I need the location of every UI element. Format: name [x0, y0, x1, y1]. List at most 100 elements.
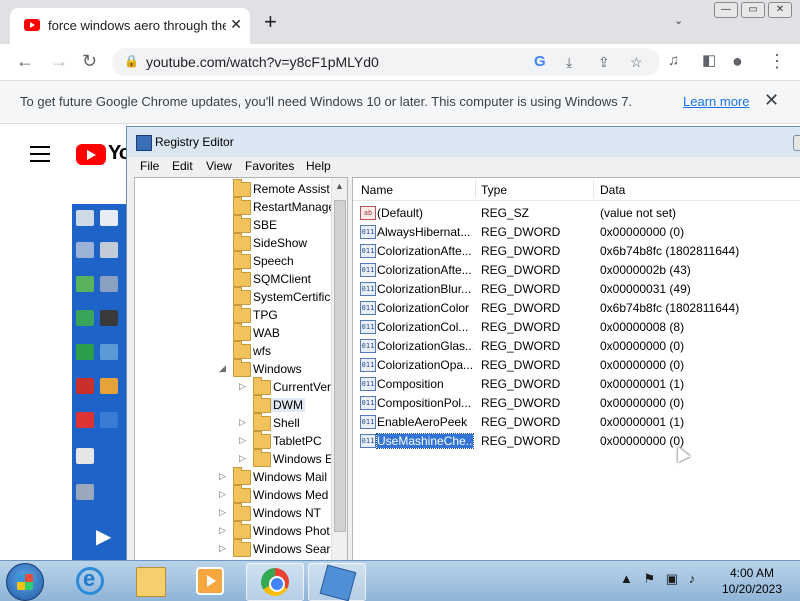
- desktop-app-icon: [100, 378, 118, 394]
- registry-values-list[interactable]: Name Type Data ab (Default) REG_SZ (value n…: [352, 177, 800, 563]
- expand-arrow-icon[interactable]: ▷: [219, 525, 226, 536]
- close-window-icon[interactable]: ✕: [768, 2, 792, 18]
- expand-arrow-icon[interactable]: ▷: [239, 381, 246, 392]
- taskbar-media-player[interactable]: [182, 563, 238, 599]
- url-text[interactable]: youtube.com/watch?v=y8cF1pMLYd0: [146, 54, 379, 70]
- maximize-icon[interactable]: ▭: [741, 2, 765, 18]
- table-row-selected-renaming[interactable]: 011 UseMashineChe... REG_DWORD 0x00000000 (…: [353, 431, 800, 450]
- install-app-icon[interactable]: ⤓: [566, 54, 572, 71]
- system-tray: ▲ ⚑ ▣ ♪: [620, 571, 702, 587]
- expand-arrow-icon[interactable]: ▷: [239, 453, 246, 464]
- menu-kebab-icon[interactable]: ⋮: [768, 51, 786, 71]
- menu-file[interactable]: File: [140, 159, 159, 173]
- side-panel-icon[interactable]: ◧: [702, 51, 716, 71]
- desktop-app-icon: [76, 276, 94, 292]
- table-row[interactable]: 011 ColorizationGlas... REG_DWORD 0x0000000…: [353, 336, 800, 355]
- network-icon[interactable]: ▣: [666, 571, 678, 586]
- volume-icon[interactable]: ♪: [689, 571, 696, 586]
- scroll-up-icon[interactable]: ▲: [335, 181, 344, 191]
- menu-favorites[interactable]: Favorites: [245, 159, 294, 173]
- dword-value-icon: 011: [360, 244, 376, 258]
- folder-icon: [233, 251, 251, 269]
- expand-arrow-icon[interactable]: ▷: [219, 489, 226, 500]
- table-row[interactable]: 011 ColorizationCol... REG_DWORD 0x00000008…: [353, 317, 800, 336]
- folder-icon: [233, 287, 251, 305]
- start-button[interactable]: [6, 563, 44, 601]
- dword-value-icon: 011: [360, 415, 376, 429]
- table-row[interactable]: 011 ColorizationAfte... REG_DWORD 0x0000002…: [353, 260, 800, 279]
- reload-icon[interactable]: ↻: [82, 51, 97, 71]
- youtube-logo-icon[interactable]: [76, 144, 106, 165]
- expand-arrow-icon[interactable]: ▷: [219, 471, 226, 482]
- tab-search-icon[interactable]: ⌄: [674, 14, 683, 27]
- expand-arrow-icon[interactable]: ▷: [239, 435, 246, 446]
- internet-explorer-icon: [76, 566, 104, 595]
- column-divider[interactable]: [475, 180, 476, 198]
- new-tab-icon[interactable]: +: [264, 11, 277, 33]
- registry-title-bar[interactable]: Registry Editor: [127, 127, 800, 157]
- column-data[interactable]: Data: [600, 183, 625, 197]
- scrollbar-thumb[interactable]: [334, 200, 346, 532]
- forward-icon[interactable]: →: [50, 51, 68, 71]
- folder-icon: [233, 539, 251, 557]
- media-controls-icon[interactable]: ♫: [668, 51, 679, 71]
- windows-taskbar: ▲ ⚑ ▣ ♪ 4:00 AM 10/20/2023: [0, 560, 800, 601]
- desktop-app-icon: [100, 242, 118, 258]
- desktop-app-icon: [76, 242, 94, 258]
- bookmark-star-icon[interactable]: ☆: [630, 54, 643, 71]
- learn-more-link[interactable]: Learn more: [683, 94, 749, 109]
- minimize-icon[interactable]: —: [714, 2, 738, 18]
- lock-icon[interactable]: 🔒: [124, 54, 139, 68]
- column-name[interactable]: Name: [361, 183, 393, 197]
- menu-help[interactable]: Help: [306, 159, 331, 173]
- taskbar-regedit[interactable]: [308, 563, 366, 601]
- table-row[interactable]: 011 ColorizationOpa... REG_DWORD 0x00000000…: [353, 355, 800, 374]
- dword-value-icon: 011: [360, 339, 376, 353]
- expand-arrow-icon[interactable]: ▷: [239, 417, 246, 428]
- google-lens-icon[interactable]: G: [534, 53, 546, 70]
- play-icon[interactable]: ▶: [96, 524, 111, 549]
- menu-view[interactable]: View: [206, 159, 232, 173]
- action-center-icon[interactable]: ⚑: [644, 571, 656, 586]
- table-row[interactable]: ab (Default) REG_SZ (value not set): [353, 203, 800, 222]
- browser-tab[interactable]: force windows aero through the ✕: [10, 8, 250, 44]
- system-clock[interactable]: 4:00 AM 10/20/2023: [712, 565, 792, 597]
- folder-icon: [233, 197, 251, 215]
- table-row[interactable]: 011 EnableAeroPeek REG_DWORD 0x00000001 (1): [353, 412, 800, 431]
- browser-toolbar: ← → ↻ 🔒 youtube.com/watch?v=y8cF1pMLYd0 …: [0, 44, 800, 81]
- column-divider[interactable]: [593, 180, 594, 198]
- expand-arrow-icon[interactable]: ▷: [219, 507, 226, 518]
- show-hidden-icons-icon[interactable]: ▲: [620, 571, 633, 586]
- profile-avatar-icon[interactable]: ●: [732, 51, 743, 71]
- expand-arrow-icon[interactable]: ▷: [219, 543, 226, 554]
- folder-icon: [253, 431, 271, 449]
- registry-editor-icon: [319, 564, 357, 601]
- table-row[interactable]: 011 Composition REG_DWORD 0x00000001 (1): [353, 374, 800, 393]
- registry-close-icon[interactable]: [793, 135, 800, 151]
- tab-close-icon[interactable]: ✕: [230, 16, 242, 33]
- taskbar-ie[interactable]: [62, 563, 118, 599]
- taskbar-chrome[interactable]: [246, 563, 304, 601]
- rename-field[interactable]: UseMashineChe...: [376, 433, 474, 449]
- taskbar-explorer[interactable]: [122, 563, 178, 599]
- infobar-close-icon[interactable]: ✕: [764, 90, 779, 111]
- share-icon[interactable]: ⇪: [598, 54, 610, 71]
- table-row[interactable]: 011 ColorizationAfte... REG_DWORD 0x6b74b8f…: [353, 241, 800, 260]
- dword-value-icon: 011: [360, 282, 376, 296]
- table-row[interactable]: 011 AlwaysHibernat... REG_DWORD 0x00000000 …: [353, 222, 800, 241]
- registry-key-tree[interactable]: Remote Assist RestartManage SBE SideShow…: [134, 177, 348, 563]
- table-row[interactable]: 011 CompositionPol... REG_DWORD 0x00000000 …: [353, 393, 800, 412]
- column-type[interactable]: Type: [481, 183, 507, 197]
- menu-edit[interactable]: Edit: [172, 159, 193, 173]
- table-row[interactable]: 011 ColorizationBlur... REG_DWORD 0x0000003…: [353, 279, 800, 298]
- folder-icon: [253, 449, 271, 467]
- address-bar[interactable]: 🔒 youtube.com/watch?v=y8cF1pMLYd0 G ⤓ ⇪ …: [112, 48, 660, 76]
- tree-scrollbar[interactable]: ▲: [331, 178, 347, 562]
- expand-arrow-icon[interactable]: ◢: [219, 363, 226, 374]
- video-player[interactable]: ▶: [72, 204, 126, 560]
- back-icon[interactable]: ←: [16, 51, 34, 71]
- table-row[interactable]: 011 ColorizationColor REG_DWORD 0x6b74b8fc …: [353, 298, 800, 317]
- hamburger-menu-icon[interactable]: [30, 146, 50, 167]
- registry-menu-bar: File Edit View Favorites Help: [127, 157, 800, 175]
- desktop-app-icon: [100, 310, 118, 326]
